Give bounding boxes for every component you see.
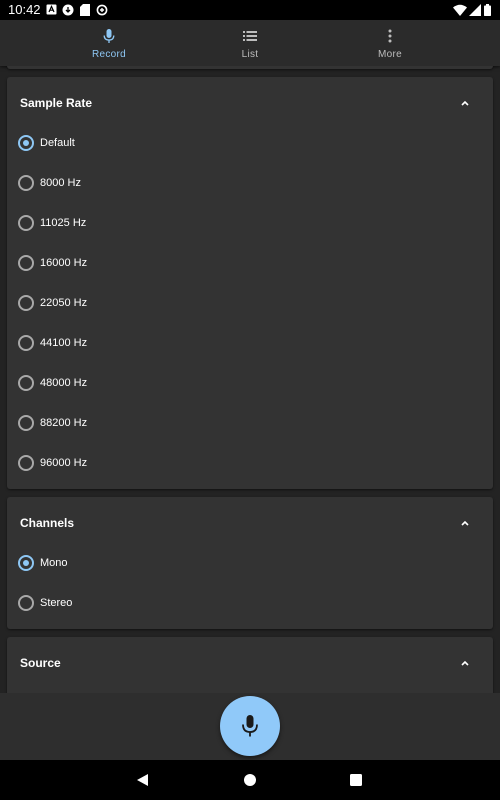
radio-button[interactable]	[18, 135, 34, 151]
cloud-download-icon	[62, 4, 74, 16]
radio-option-44100[interactable]: 44100 Hz	[7, 323, 493, 363]
radio-option-11025[interactable]: 11025 Hz	[7, 203, 493, 243]
option-label: 44100 Hz	[40, 337, 88, 349]
cellular-signal-icon	[469, 4, 481, 16]
option-label: Mono	[40, 557, 68, 569]
data-saver-icon	[96, 4, 108, 16]
system-navigation-bar	[0, 760, 500, 800]
radio-option-48000[interactable]: 48000 Hz	[7, 363, 493, 403]
radio-option-88200[interactable]: 88200 Hz	[7, 403, 493, 443]
channels-header[interactable]: Channels	[7, 497, 493, 549]
list-icon	[243, 31, 257, 41]
sample-rate-title: Sample Rate	[20, 96, 93, 110]
radio-button[interactable]	[18, 295, 34, 311]
back-icon[interactable]	[135, 772, 151, 788]
record-bar	[0, 693, 500, 760]
radio-button[interactable]	[18, 455, 34, 471]
radio-button[interactable]	[18, 215, 34, 231]
option-label: 11025 Hz	[40, 217, 87, 229]
more-vertical-icon	[388, 29, 392, 43]
sample-rate-header[interactable]: Sample Rate	[7, 77, 493, 129]
microphone-icon	[242, 715, 258, 737]
recents-icon[interactable]	[348, 772, 364, 788]
tab-more[interactable]: More	[320, 20, 460, 66]
chevron-up-icon[interactable]	[460, 519, 470, 527]
tab-record-label: Record	[91, 49, 127, 60]
record-button[interactable]	[220, 696, 280, 756]
option-label: 96000 Hz	[40, 457, 88, 469]
status-bar: 10:42	[0, 0, 500, 20]
radio-option-22050[interactable]: 22050 Hz	[7, 283, 493, 323]
chevron-up-icon[interactable]	[460, 659, 470, 667]
settings-scroll-area[interactable]: Sample Rate Default 8000 Hz 11025 Hz 160…	[0, 66, 500, 693]
source-card: Source	[7, 637, 493, 693]
previous-card	[7, 66, 493, 69]
tab-list[interactable]: List	[180, 20, 320, 66]
microphone-icon	[103, 29, 115, 43]
radio-button[interactable]	[18, 255, 34, 271]
option-label: 22050 Hz	[40, 297, 88, 309]
radio-option-16000[interactable]: 16000 Hz	[7, 243, 493, 283]
option-label: 88200 Hz	[40, 417, 88, 429]
battery-icon	[484, 4, 491, 16]
radio-button[interactable]	[18, 415, 34, 431]
radio-button[interactable]	[18, 595, 34, 611]
tab-list-label: List	[241, 49, 259, 60]
radio-option-stereo[interactable]: Stereo	[7, 583, 493, 623]
tab-more-label: More	[378, 49, 402, 60]
channels-card: Channels Mono Stereo	[7, 497, 493, 629]
radio-option-96000[interactable]: 96000 Hz	[7, 443, 493, 483]
option-label: Default	[40, 137, 75, 149]
status-time: 10:42	[8, 2, 41, 17]
option-label: 8000 Hz	[40, 177, 81, 189]
top-navigation-bar: Record List More	[0, 20, 500, 66]
radio-button[interactable]	[18, 375, 34, 391]
option-label: Stereo	[40, 597, 73, 609]
radio-button[interactable]	[18, 175, 34, 191]
wifi-icon	[453, 4, 467, 16]
radio-option-mono[interactable]: Mono	[7, 543, 493, 583]
radio-button[interactable]	[18, 555, 34, 571]
option-label: 16000 Hz	[40, 257, 88, 269]
radio-option-8000[interactable]: 8000 Hz	[7, 163, 493, 203]
radio-button[interactable]	[18, 335, 34, 351]
status-system-icons	[453, 4, 493, 16]
chevron-up-icon[interactable]	[460, 99, 470, 107]
source-header[interactable]: Source	[7, 637, 493, 689]
channels-title: Channels	[20, 516, 75, 530]
tab-record[interactable]: Record	[39, 20, 179, 66]
text-notification-icon	[46, 4, 57, 15]
home-icon[interactable]	[242, 772, 258, 788]
sample-rate-card: Sample Rate Default 8000 Hz 11025 Hz 160…	[7, 77, 493, 489]
sd-card-icon	[80, 4, 90, 16]
source-title: Source	[20, 656, 61, 670]
option-label: 48000 Hz	[40, 377, 88, 389]
radio-option-default[interactable]: Default	[7, 123, 493, 163]
